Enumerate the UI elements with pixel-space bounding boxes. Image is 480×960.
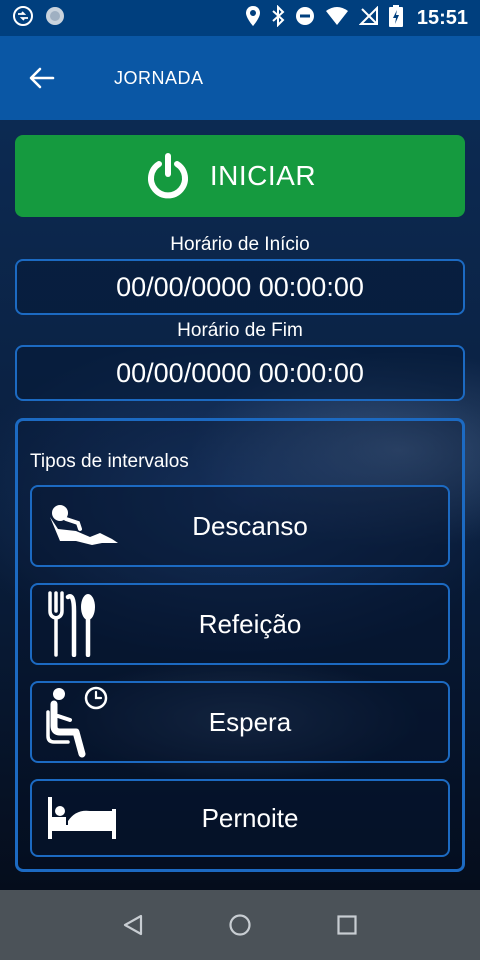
recents-square-icon [337, 915, 357, 935]
status-bar: 15:51 [0, 0, 480, 36]
power-icon [147, 153, 188, 199]
nav-recents-button[interactable] [327, 905, 367, 945]
clock-text: 15:51 [416, 6, 468, 29]
bluetooth-icon [271, 4, 285, 32]
nav-home-button[interactable] [220, 905, 260, 945]
bed-person-icon [48, 797, 116, 839]
waiting-person-clock-icon [46, 686, 108, 758]
interval-rest-button[interactable]: Descanso [30, 485, 450, 567]
resting-person-icon [50, 505, 118, 545]
main-content: INICIAR Horário de Início 00/00/0000 00:… [0, 120, 480, 890]
intervals-title: Tipos de intervalos [30, 451, 189, 472]
start-button-label: INICIAR [209, 160, 317, 191]
location-icon [245, 5, 261, 32]
app-bar: JORNADA [0, 36, 480, 120]
end-time-label: Horário de Fim [177, 320, 303, 341]
intervals-panel: Tipos de intervalos Descanso Refeição Es… [15, 418, 465, 872]
interval-meal-button[interactable]: Refeição [30, 583, 450, 665]
end-time-field[interactable]: 00/00/0000 00:00:00 [15, 345, 465, 401]
page-title: JORNADA [114, 67, 204, 88]
start-time-field[interactable]: 00/00/0000 00:00:00 [15, 259, 465, 315]
wifi-icon [325, 6, 349, 31]
sync-icon [44, 5, 66, 32]
cutlery-icon [48, 591, 95, 657]
back-button[interactable] [14, 50, 70, 106]
back-triangle-icon [124, 914, 143, 936]
start-button[interactable]: INICIAR [15, 135, 465, 217]
battery-charging-icon [388, 4, 403, 32]
start-time-label: Horário de Início [170, 234, 310, 255]
arrow-left-icon [29, 67, 55, 89]
interval-wait-button[interactable]: Espera [30, 681, 450, 763]
no-signal-icon [358, 5, 379, 31]
nav-back-button[interactable] [113, 905, 153, 945]
home-circle-icon [229, 914, 251, 936]
interval-overnight-button[interactable]: Pernoite [30, 779, 450, 857]
cast-icon [12, 5, 34, 32]
system-nav-bar [0, 890, 480, 960]
dnd-icon [295, 6, 315, 31]
